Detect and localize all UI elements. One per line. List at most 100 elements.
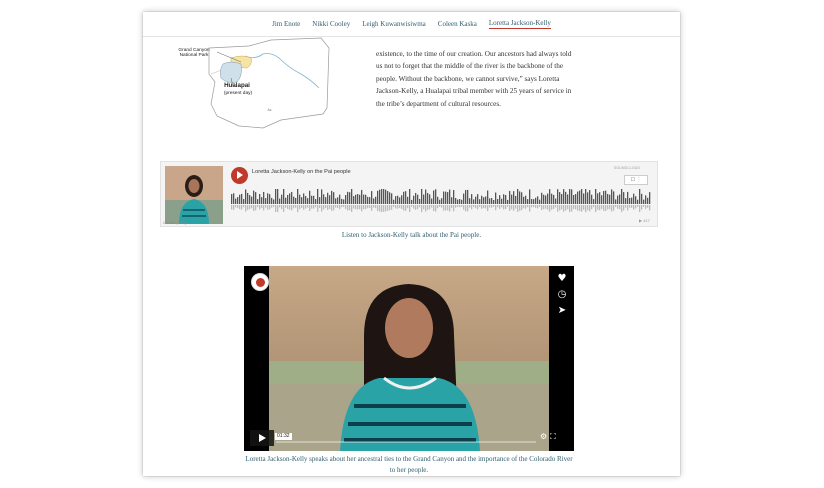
waveform-bar [441, 198, 443, 204]
waveform-bar [547, 193, 549, 204]
waveform-reflection [423, 205, 425, 210]
waveform-reflection [417, 205, 419, 210]
audio-waveform[interactable] [231, 189, 651, 213]
waveform-bar [321, 189, 323, 204]
waveform-bar [389, 192, 391, 204]
waveform-bar [603, 190, 605, 204]
waveform-bar [559, 192, 561, 204]
waveform-bar [341, 198, 343, 204]
waveform-reflection [355, 205, 357, 210]
nav-item-jim-enote[interactable]: Jim Enote [272, 20, 300, 29]
nav-item-loretta-jackson-kelly[interactable]: Loretta Jackson-Kelly [488, 19, 551, 29]
waveform-reflection [321, 205, 323, 212]
waveform-bar [527, 199, 529, 204]
waveform-reflection [385, 205, 387, 212]
waveform-reflection [587, 205, 589, 211]
waveform-reflection [353, 205, 355, 209]
waveform-bar [289, 193, 291, 204]
share-icon[interactable]: ☐ ⋮ [624, 175, 648, 185]
waveform-bar [549, 189, 551, 204]
waveform-bar [363, 194, 365, 204]
waveform-reflection [631, 205, 633, 208]
video-play-button[interactable] [250, 430, 274, 446]
waveform-reflection [277, 205, 279, 213]
waveform-bar [545, 195, 547, 204]
waveform-bar [261, 197, 263, 204]
waveform-bar [281, 194, 283, 204]
video-settings-fullscreen-icons[interactable]: ⚙⛶ [540, 432, 559, 442]
waveform-bar [327, 192, 329, 204]
waveform-reflection [501, 205, 503, 208]
clock-icon[interactable]: ◷ [555, 288, 569, 302]
waveform-reflection [325, 205, 327, 209]
nav-item-leigh-kuwanwisiwma[interactable]: Leigh Kuwanwisiwma [362, 20, 426, 29]
waveform-bar [337, 197, 339, 204]
send-icon[interactable]: ➤ [555, 304, 569, 318]
waveform-reflection [403, 205, 405, 211]
audio-artwork [165, 166, 223, 224]
audio-title[interactable]: Loretta Jackson-Kelly on the Pai people [252, 169, 351, 175]
waveform-reflection [515, 205, 517, 209]
waveform-bar [231, 194, 233, 204]
soundcloud-logo[interactable]: SOUNDCLOUD [614, 166, 640, 170]
waveform-bar [351, 189, 353, 204]
waveform-bar [531, 199, 533, 204]
waveform-bar [409, 189, 411, 204]
channel-logo[interactable] [251, 273, 269, 291]
cookie-policy-link[interactable]: Cookie policy [163, 220, 187, 225]
waveform-reflection [433, 205, 435, 212]
waveform-reflection [253, 205, 255, 212]
waveform-bar [437, 196, 439, 204]
waveform-reflection [431, 205, 433, 208]
waveform-reflection [401, 205, 403, 209]
nav-item-coleen-kaska[interactable]: Coleen Kaska [438, 20, 477, 29]
video-controls: 01:32 ⚙⛶ [250, 430, 568, 446]
waveform-reflection [239, 205, 241, 210]
waveform-bar [293, 196, 295, 204]
waveform-bar [275, 189, 277, 204]
waveform-reflection [539, 205, 541, 207]
waveform-bar [315, 199, 317, 204]
waveform-bar [501, 198, 503, 204]
waveform-bar [595, 189, 597, 204]
waveform-bar [561, 194, 563, 204]
waveform-reflection [361, 205, 363, 212]
waveform-reflection [533, 205, 535, 208]
waveform-reflection [583, 205, 585, 210]
waveform-bar [375, 196, 377, 204]
waveform-bar [233, 193, 235, 204]
waveform-reflection [499, 205, 501, 209]
waveform-bar [379, 189, 381, 204]
waveform-bar [499, 195, 501, 204]
waveform-reflection [497, 205, 499, 208]
waveform-bar [413, 195, 415, 204]
waveform-reflection [281, 205, 283, 210]
waveform-bar [473, 199, 475, 204]
waveform-reflection [469, 205, 471, 208]
video-player[interactable]: ♥ ◷ ➤ 01:32 ⚙⛶ [244, 266, 574, 451]
waveform-bar [485, 196, 487, 204]
heart-icon[interactable]: ♥ [555, 272, 569, 286]
waveform-bar [237, 197, 239, 204]
waveform-bar [521, 192, 523, 204]
waveform-bar [479, 199, 481, 204]
waveform-reflection [261, 205, 263, 209]
waveform-reflection [241, 205, 243, 210]
waveform-bar [621, 189, 623, 204]
waveform-bar [239, 194, 241, 204]
waveform-reflection [315, 205, 317, 208]
audio-play-button[interactable] [231, 167, 248, 184]
waveform-bar [235, 198, 237, 204]
waveform-reflection [255, 205, 257, 211]
waveform-bar [335, 198, 337, 204]
waveform-reflection [609, 205, 611, 210]
waveform-reflection [363, 205, 365, 210]
waveform-reflection [485, 205, 487, 209]
waveform-reflection [273, 205, 275, 208]
waveform-graphic[interactable] [231, 189, 651, 213]
waveform-reflection [443, 205, 445, 211]
waveform-bar [415, 192, 417, 204]
waveform-bar [353, 196, 355, 204]
video-progress-bar[interactable] [276, 441, 536, 443]
nav-item-nikki-cooley[interactable]: Nikki Cooley [312, 20, 350, 29]
